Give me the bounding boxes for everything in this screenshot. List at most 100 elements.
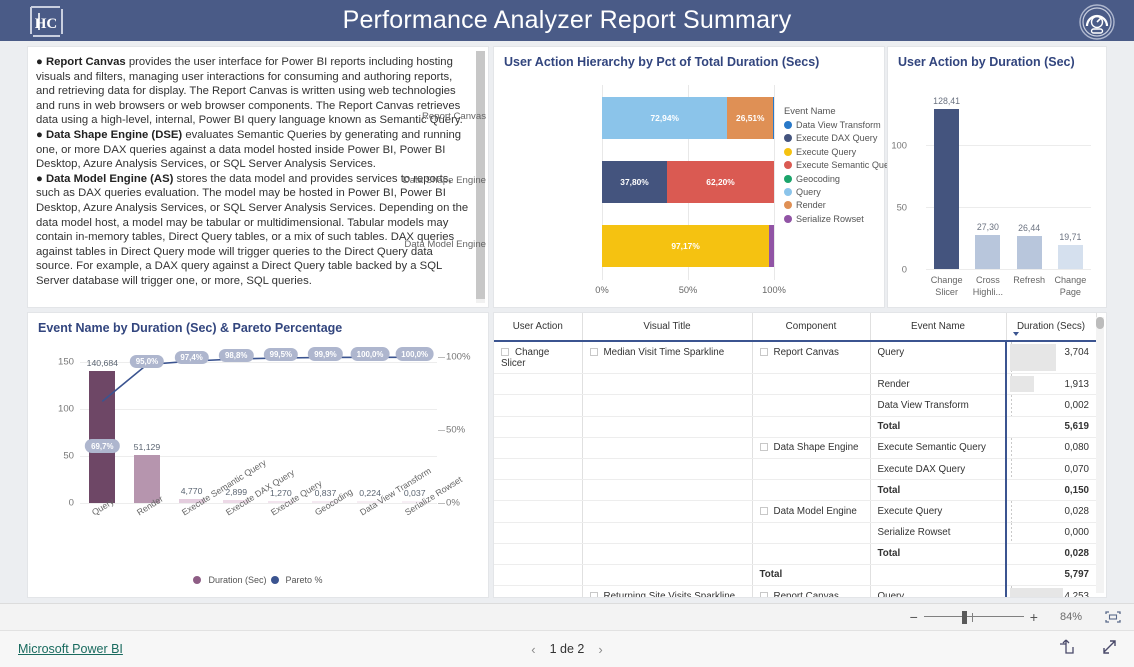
- cell-component[interactable]: Report Canvas: [752, 341, 871, 375]
- table-row[interactable]: Data Model Engine Execute Query 0,028: [494, 500, 1096, 523]
- cell-user-action[interactable]: [494, 437, 583, 459]
- cell-visual-title[interactable]: [582, 394, 753, 417]
- cell-component[interactable]: [752, 479, 871, 502]
- cell-duration[interactable]: 3,704: [1005, 341, 1096, 375]
- legend-item[interactable]: Execute Semantic Query: [784, 160, 897, 170]
- cell-visual-title[interactable]: [582, 437, 753, 459]
- cell-component[interactable]: [752, 373, 871, 396]
- cell-duration[interactable]: 0,150: [1005, 479, 1096, 502]
- stacked-segment[interactable]: 72,94%: [602, 97, 728, 139]
- cell-visual-title[interactable]: [582, 416, 753, 438]
- column-bar[interactable]: [1016, 236, 1042, 269]
- cell-visual-title[interactable]: [582, 458, 753, 481]
- column-bar[interactable]: [1057, 244, 1083, 269]
- table-row[interactable]: Total 0,028: [494, 543, 1096, 565]
- table-row[interactable]: Returning Site Visits Sparkline Report Ca…: [494, 585, 1096, 597]
- legend-item[interactable]: Render: [784, 200, 884, 210]
- cell-visual-title[interactable]: [582, 564, 753, 587]
- cell-visual-title[interactable]: [582, 479, 753, 502]
- cell-visual-title[interactable]: [582, 522, 753, 544]
- row-checkbox[interactable]: [759, 443, 768, 452]
- next-page-button[interactable]: ›: [598, 642, 602, 657]
- cell-duration[interactable]: 5,797: [1005, 564, 1096, 587]
- cell-duration[interactable]: 0,080: [1005, 437, 1096, 459]
- stacked-segment[interactable]: [773, 97, 774, 139]
- cell-event-name[interactable]: Execute Semantic Query: [870, 437, 1006, 459]
- cell-component[interactable]: [752, 458, 871, 481]
- table-row[interactable]: Data View Transform 0,002: [494, 394, 1096, 417]
- zoom-slider[interactable]: [923, 610, 1024, 624]
- table-row[interactable]: Total 5,797: [494, 564, 1096, 587]
- cell-duration[interactable]: 4,253: [1005, 585, 1096, 597]
- stacked-segment[interactable]: 97,17%: [602, 225, 770, 267]
- fullscreen-icon[interactable]: [1101, 639, 1118, 660]
- cell-event-name[interactable]: Total: [870, 543, 1006, 565]
- stacked-segment[interactable]: 62,20%: [667, 161, 774, 203]
- table-header-cell[interactable]: Event Name: [870, 313, 1007, 342]
- row-checkbox[interactable]: [759, 591, 768, 597]
- legend-item[interactable]: Data View Transform: [784, 120, 884, 130]
- cell-event-name[interactable]: Data View Transform: [870, 394, 1006, 417]
- stacked-segment[interactable]: 26,51%: [727, 97, 774, 139]
- cell-visual-title[interactable]: [582, 373, 753, 396]
- table-header-cell[interactable]: Duration (Secs): [1006, 313, 1097, 342]
- cell-duration[interactable]: 0,002: [1005, 394, 1096, 417]
- cell-visual-title[interactable]: [582, 543, 753, 565]
- zoom-slider-thumb[interactable]: [961, 611, 967, 624]
- table-row[interactable]: Serialize Rowset 0,000: [494, 522, 1096, 544]
- cell-user-action[interactable]: [494, 416, 583, 438]
- legend-item[interactable]: Duration (Sec): [193, 575, 267, 585]
- table[interactable]: User Action Visual Title Component Event Na…: [494, 313, 1097, 597]
- legend-item[interactable]: Pareto %: [270, 575, 323, 585]
- legend-item[interactable]: Serialize Rowset: [784, 214, 884, 224]
- sort-descending-icon[interactable]: [1012, 332, 1019, 336]
- row-checkbox[interactable]: [589, 347, 598, 356]
- stacked-bar-row[interactable]: 72,94% 26,51%: [602, 97, 774, 139]
- cell-user-action[interactable]: Change Slicer: [494, 341, 583, 375]
- cell-component[interactable]: [752, 394, 871, 417]
- cell-component[interactable]: [752, 416, 871, 438]
- zoom-out-button[interactable]: −: [904, 610, 924, 624]
- cell-event-name[interactable]: Serialize Rowset: [870, 522, 1006, 544]
- legend-item[interactable]: Execute DAX Query: [784, 133, 884, 143]
- table-row[interactable]: Data Shape Engine Execute Semantic Query 0…: [494, 437, 1096, 459]
- table-row[interactable]: Total 0,150: [494, 479, 1096, 502]
- table-header-cell[interactable]: User Action: [494, 313, 583, 342]
- row-checkbox[interactable]: [501, 347, 509, 356]
- cell-event-name[interactable]: Query: [870, 585, 1006, 597]
- cell-user-action[interactable]: [494, 543, 583, 565]
- legend-item[interactable]: Query: [784, 187, 884, 197]
- cell-event-name[interactable]: Execute DAX Query: [870, 458, 1006, 481]
- stacked-segment[interactable]: [769, 225, 774, 267]
- cell-duration[interactable]: 0,028: [1005, 543, 1096, 565]
- cell-user-action[interactable]: [494, 500, 583, 523]
- table-row[interactable]: Change Slicer Median Visit Time Sparkline…: [494, 341, 1096, 375]
- table-header-cell[interactable]: Visual Title: [582, 313, 753, 342]
- scrollbar-thumb[interactable]: [1096, 317, 1104, 329]
- legend-item[interactable]: Geocoding: [784, 174, 884, 184]
- row-checkbox[interactable]: [759, 347, 768, 356]
- cell-duration[interactable]: 0,070: [1005, 458, 1096, 481]
- column-bar[interactable]: [934, 109, 960, 269]
- legend-item[interactable]: Execute Query: [784, 147, 884, 157]
- prev-page-button[interactable]: ‹: [531, 642, 535, 657]
- cell-component[interactable]: [752, 522, 871, 544]
- cell-visual-title[interactable]: Median Visit Time Sparkline: [582, 341, 753, 375]
- cell-event-name[interactable]: Total: [870, 416, 1006, 438]
- zoom-in-button[interactable]: +: [1024, 610, 1044, 624]
- cell-event-name[interactable]: Render: [870, 373, 1006, 396]
- cell-visual-title[interactable]: [582, 500, 753, 523]
- cell-user-action[interactable]: [494, 458, 583, 481]
- fit-to-page-icon[interactable]: [1104, 610, 1122, 624]
- cell-user-action[interactable]: [494, 479, 583, 502]
- cell-duration[interactable]: 5,619: [1005, 416, 1096, 438]
- row-checkbox[interactable]: [589, 591, 598, 597]
- share-icon[interactable]: [1058, 639, 1075, 660]
- cell-user-action[interactable]: [494, 585, 583, 597]
- cell-component[interactable]: Report Canvas: [752, 585, 871, 597]
- cell-component[interactable]: [752, 543, 871, 565]
- cell-user-action[interactable]: [494, 394, 583, 417]
- table-row[interactable]: Render 1,913: [494, 373, 1096, 396]
- stacked-segment[interactable]: 37,80%: [602, 161, 668, 203]
- stacked-bar-row[interactable]: 97,17%: [602, 225, 774, 267]
